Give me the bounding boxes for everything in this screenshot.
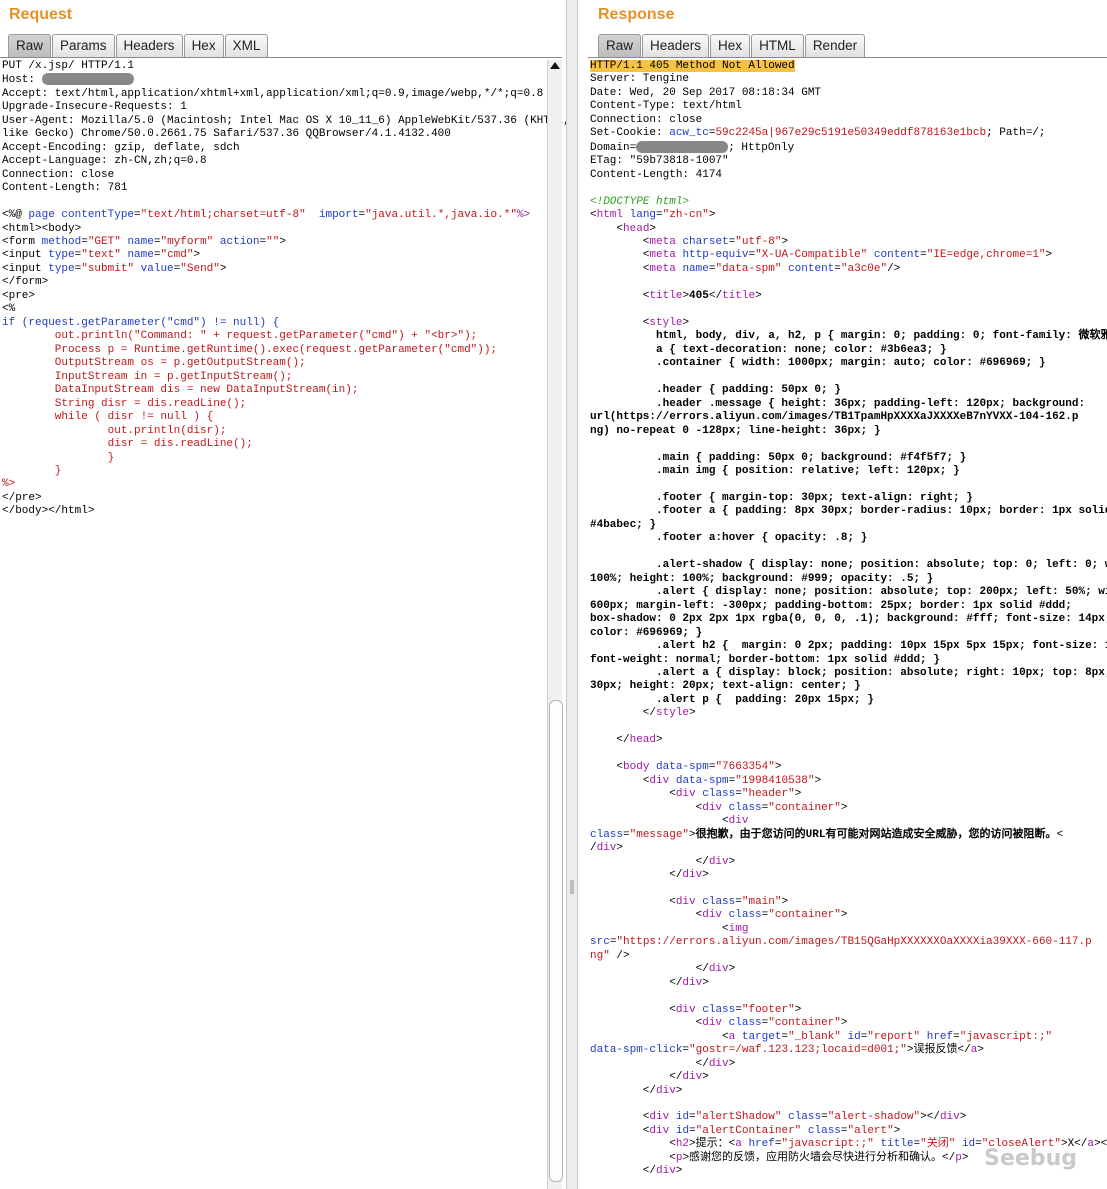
- tab-raw[interactable]: Raw: [598, 34, 642, 57]
- scroll-thumb[interactable]: [549, 700, 563, 1182]
- tab-hex[interactable]: Hex: [710, 34, 751, 57]
- tab-html[interactable]: HTML: [751, 34, 804, 57]
- pane-splitter[interactable]: [566, 0, 578, 1189]
- request-body[interactable]: PUT /x.jsp/ HTTP/1.1 Host: Accept: text/…: [2, 60, 566, 519]
- redacted-host: [41, 73, 134, 86]
- tab-raw[interactable]: Raw: [8, 34, 52, 57]
- splitter-grip-icon[interactable]: [570, 880, 574, 894]
- response-tabs: Raw Headers Hex HTML Render: [598, 34, 866, 58]
- response-title: Response: [598, 6, 675, 23]
- tab-headers[interactable]: Headers: [115, 34, 183, 57]
- request-pane: Request Raw Params Headers Hex XML PUT /…: [0, 0, 566, 1189]
- request-scrollbar[interactable]: [547, 60, 563, 1189]
- tab-headers[interactable]: Headers: [642, 34, 710, 57]
- response-pane: Response Raw Headers Hex HTML Render HTT…: [578, 0, 1107, 1189]
- request-title: Request: [9, 6, 73, 23]
- tab-xml[interactable]: XML: [224, 34, 269, 57]
- tab-hex[interactable]: Hex: [183, 34, 224, 57]
- response-body[interactable]: HTTP/1.1 405 Method Not Allowed Server: …: [590, 60, 1107, 1179]
- redacted-domain: [636, 140, 729, 153]
- divider: [0, 57, 562, 58]
- request-tabs: Raw Params Headers Hex XML: [8, 34, 269, 58]
- tab-params[interactable]: Params: [52, 34, 115, 57]
- seebug-watermark: Seebug: [984, 1146, 1077, 1171]
- scroll-up-icon[interactable]: [550, 62, 560, 69]
- divider: [588, 57, 1107, 58]
- tab-render[interactable]: Render: [804, 34, 866, 57]
